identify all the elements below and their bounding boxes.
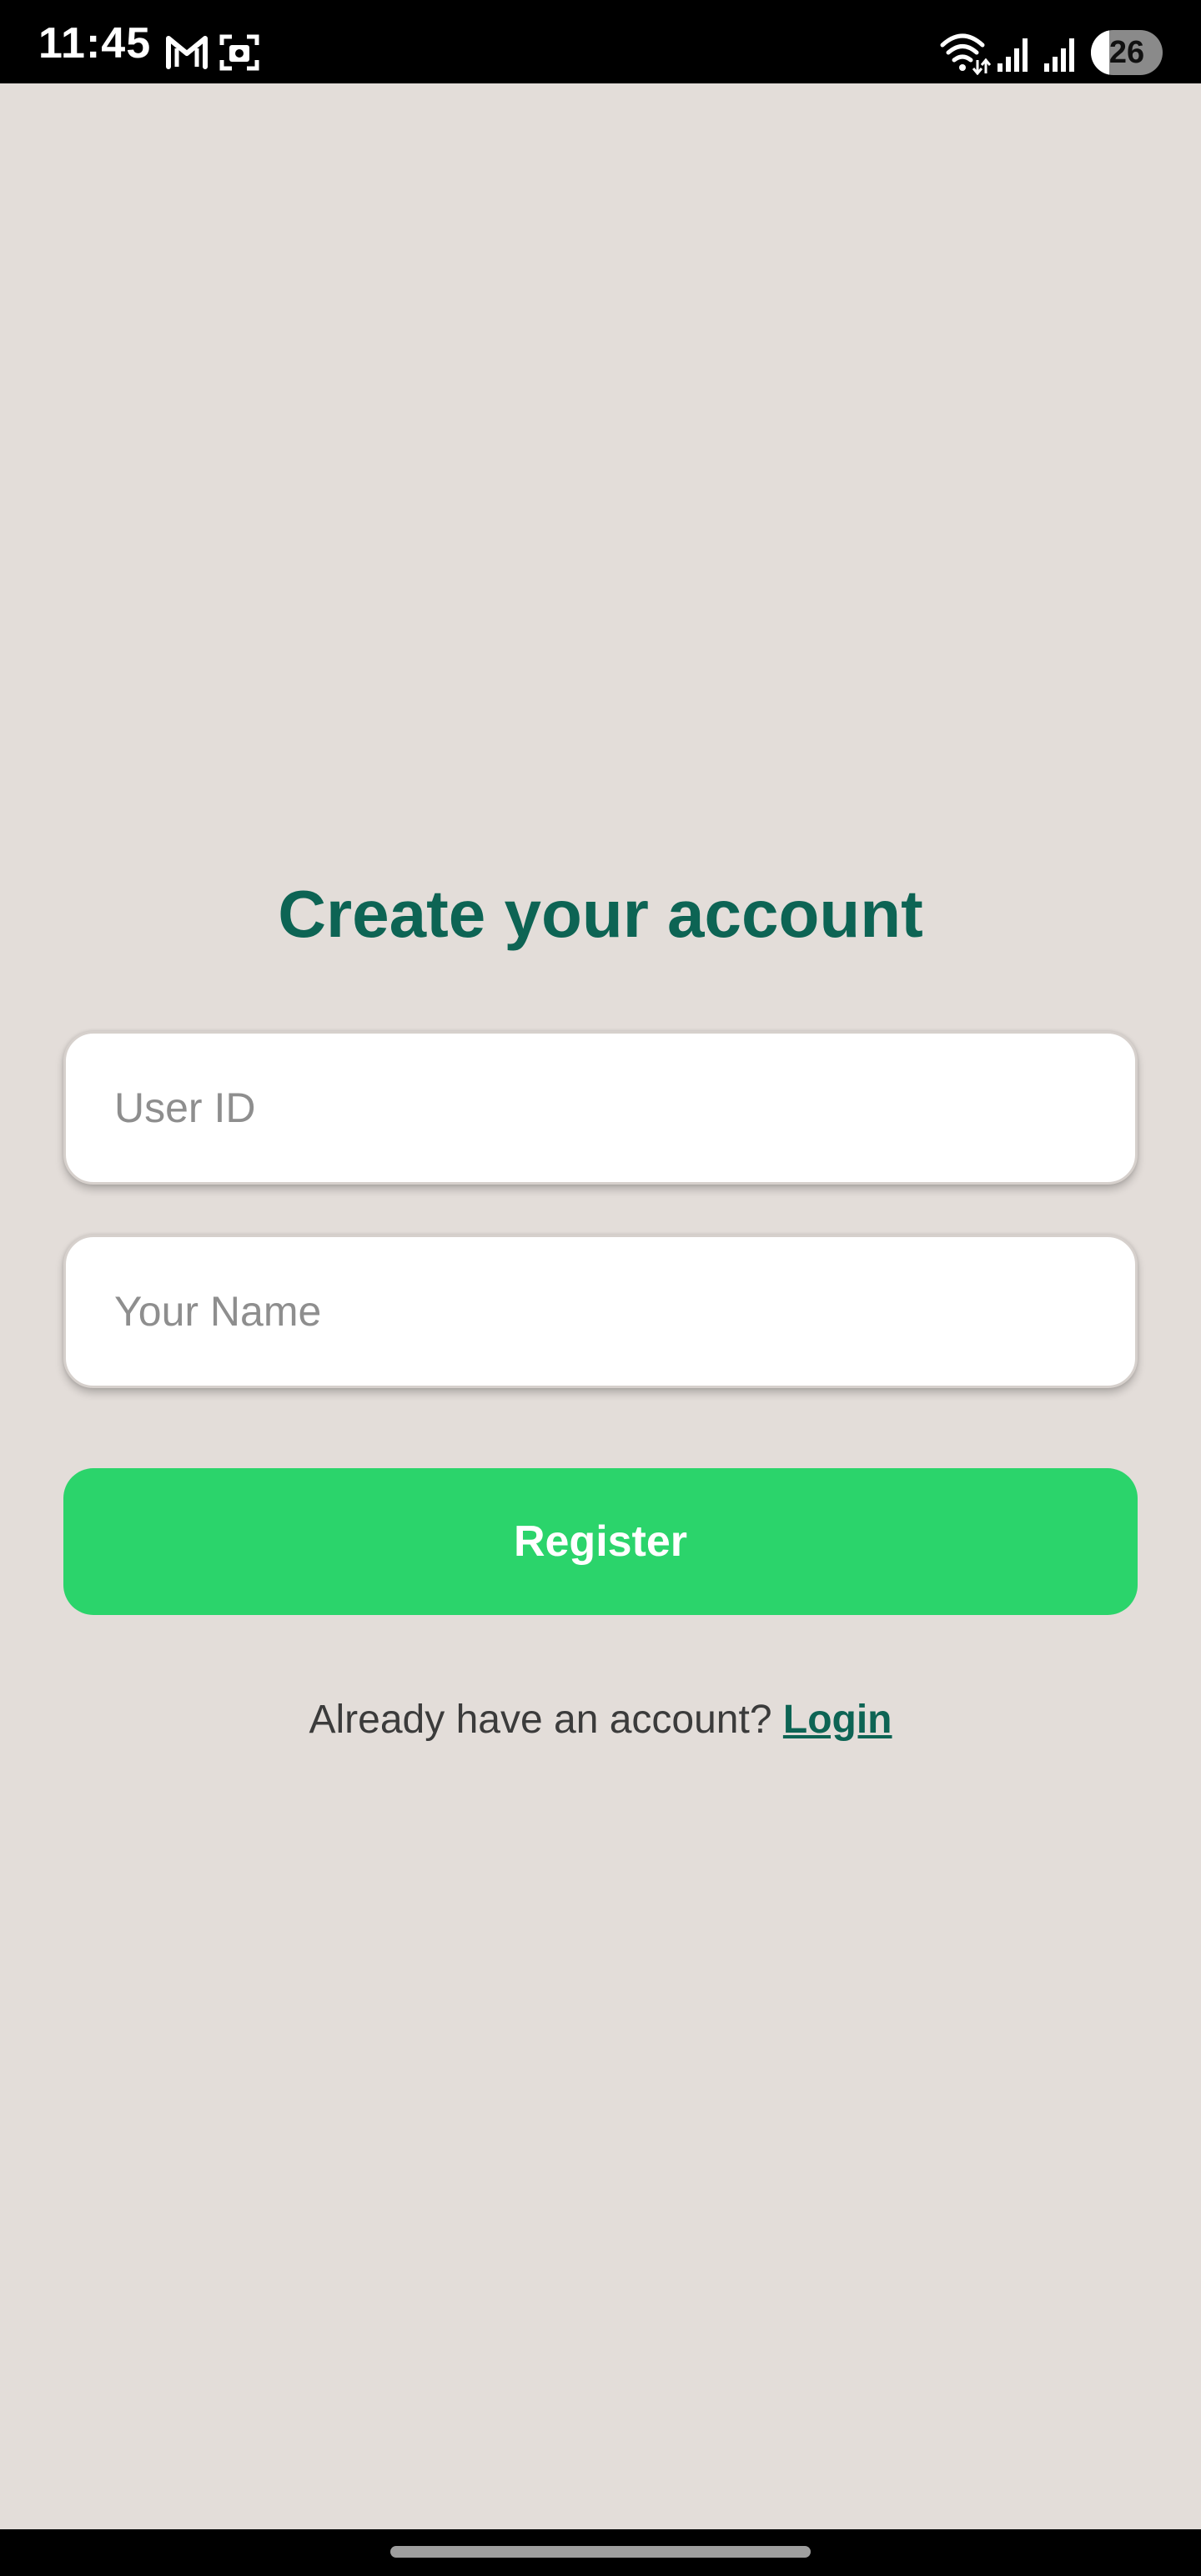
screenshot-icon: [219, 34, 259, 71]
login-prompt-text: Already have an account?: [309, 1698, 772, 1742]
login-link[interactable]: Login: [783, 1698, 892, 1742]
register-screen: 11:45 26 Create your account User ID You…: [0, 0, 1201, 2576]
signal-icon: [997, 38, 1028, 72]
battery-level: 26: [1108, 35, 1145, 70]
navigation-bar: [0, 2529, 1201, 2576]
home-handle[interactable]: [390, 2546, 811, 2558]
user-id-input[interactable]: [63, 1031, 1138, 1185]
status-bar: 11:45 26: [0, 0, 1201, 83]
name-input[interactable]: [63, 1235, 1138, 1388]
page-title: Create your account: [278, 877, 923, 951]
signal-icon: [1044, 38, 1074, 72]
register-button[interactable]: Register: [63, 1468, 1138, 1615]
status-time: 11:45: [38, 19, 152, 68]
login-prompt-row: Already have an account? Login: [0, 1693, 1201, 1747]
wifi-icon: [940, 33, 991, 75]
gmail-icon: [166, 36, 208, 69]
battery-icon: 26: [1091, 30, 1163, 75]
